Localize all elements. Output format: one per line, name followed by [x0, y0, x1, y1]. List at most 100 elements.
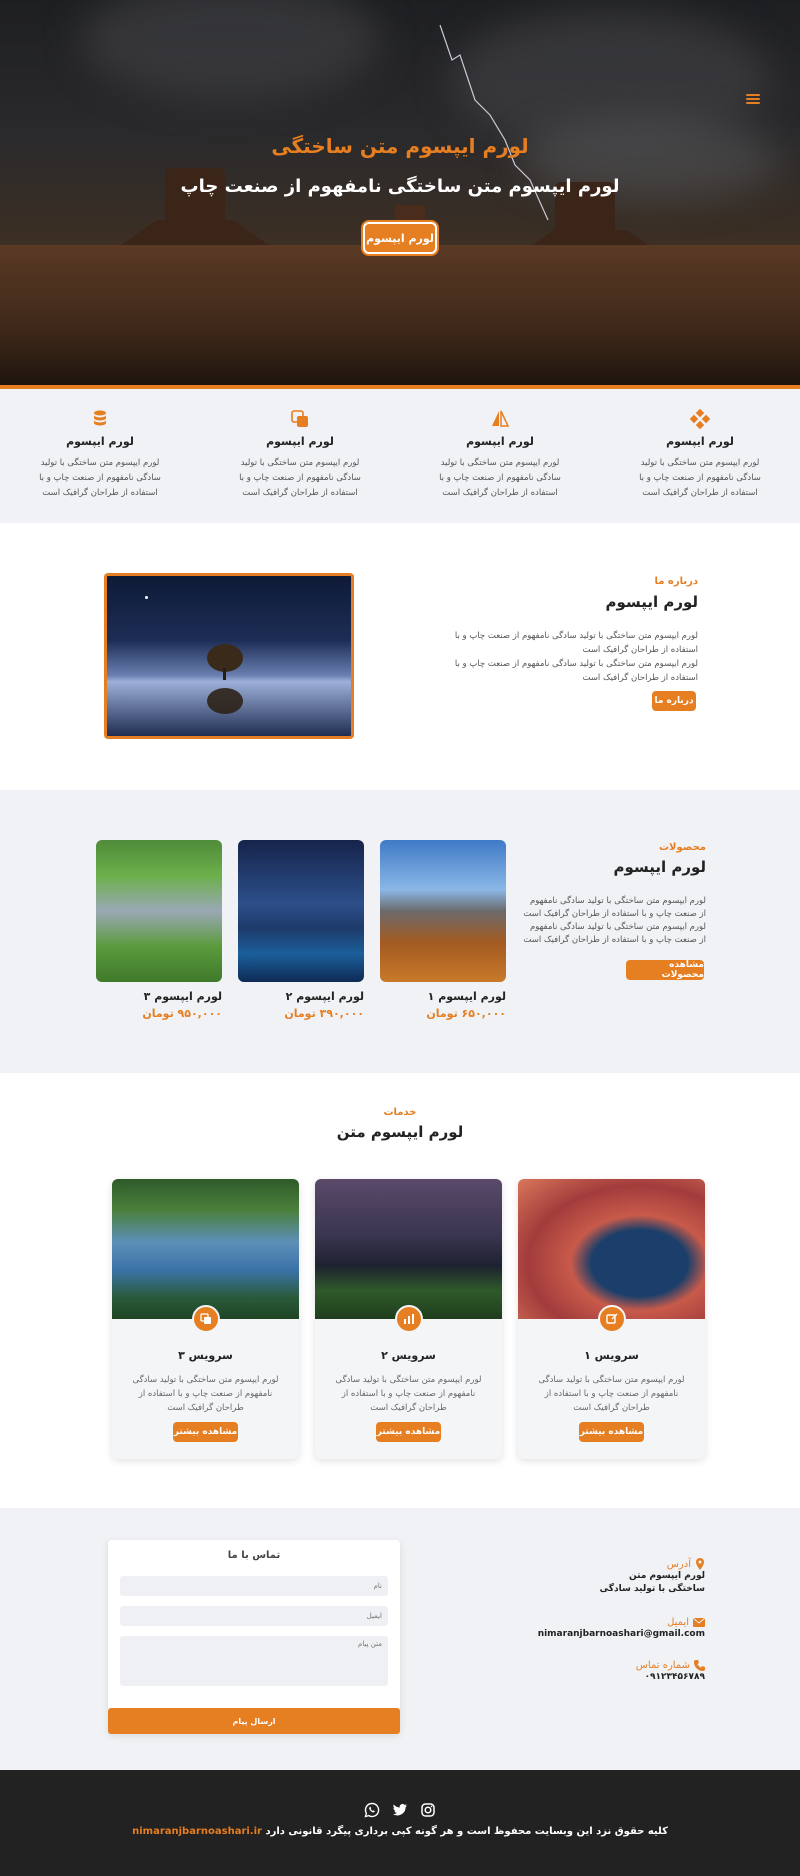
lightning-bolt — [439, 24, 549, 221]
feature-title: لورم ایپسوم — [66, 435, 134, 448]
service-text: لورم ایپسوم متن ساختگی با تولید سادگی نا… — [335, 1375, 482, 1413]
product-name: لورم ایپسوم ۳ — [143, 990, 222, 1003]
service-more-button[interactable]: مشاهده بیشتر — [579, 1422, 644, 1442]
about-button[interactable]: درباره ما — [652, 691, 696, 711]
products-text: لورم ایپسوم متن ساختگی با تولید سادگی نا… — [523, 896, 706, 945]
service-text: لورم ایپسوم متن ساختگی با تولید سادگی نا… — [538, 1375, 685, 1413]
contact-phone: شماره تماس ۰۹۱۲۳۴۵۶۷۸۹ — [490, 1660, 705, 1684]
product-card[interactable]: لورم ایپسوم ۱ ۶۵۰,۰۰۰ تومان — [380, 840, 506, 1020]
feature-title: لورم ایپسوم — [266, 435, 334, 448]
service-card: سرویس ۳ لورم ایپسوم متن ساختگی با تولید … — [112, 1179, 299, 1459]
product-image[interactable] — [380, 840, 506, 982]
hero-section: لورم ایپسوم متن ساختگی لورم ایپسوم متن س… — [0, 0, 800, 385]
services-title: لورم ایپسوم متن — [336, 1123, 464, 1141]
services-section: خدمات لورم ایپسوم متن سرویس ۱ لورم ایپسو… — [0, 1073, 800, 1508]
location-pin-icon — [696, 1558, 704, 1570]
about-section: درباره ما لورم ایپسوم لورم ایپسوم متن سا… — [0, 523, 800, 790]
edit-icon — [598, 1305, 626, 1333]
copyright-text: کلیه حقوق نزد این وبسایت محفوظ است و هر … — [0, 1826, 800, 1837]
about-paragraph: لورم ایپسوم متن ساختگی با تولید سادگی نا… — [454, 631, 698, 655]
features-section: لورم ایپسوم لورم ایپسوم متن ساختگی با تو… — [0, 389, 800, 523]
message-textarea[interactable] — [120, 1636, 388, 1686]
address-label-row: آدرس — [490, 1558, 705, 1570]
copyright-statement: کلیه حقوق نزد این وبسایت محفوظ است و هر … — [265, 1826, 668, 1837]
feature-text: لورم ایپسوم متن ساختگی با تولید سادگی نا… — [439, 458, 561, 498]
contact-form: تماس با ما — [108, 1540, 400, 1734]
service-title: سرویس ۲ — [381, 1349, 436, 1362]
feature-text: لورم ایپسوم متن ساختگی با تولید سادگی نا… — [639, 458, 761, 498]
about-paragraph: لورم ایپسوم متن ساختگی با تولید سادگی نا… — [454, 659, 698, 683]
about-image — [104, 573, 354, 739]
product-image[interactable] — [96, 840, 222, 982]
product-price: ۳۹۰,۰۰۰ تومان — [284, 1007, 364, 1020]
triangle-icon — [492, 410, 510, 427]
service-text: لورم ایپسوم متن ساختگی با تولید سادگی نا… — [132, 1375, 279, 1413]
service-image — [112, 1179, 299, 1319]
copy-icon — [291, 410, 308, 427]
copy-icon — [192, 1305, 220, 1333]
submit-message-button[interactable]: ارسال پیام — [108, 1708, 400, 1734]
about-kicker: درباره ما — [654, 576, 699, 587]
address-line: ساختگی با تولید سادگی — [599, 1584, 705, 1594]
whatsapp-icon[interactable] — [364, 1802, 380, 1818]
hero-cta-button[interactable]: لورم ایپسوم — [363, 222, 437, 254]
products-kicker: محصولات — [658, 842, 706, 853]
phone-value[interactable]: ۰۹۱۲۳۴۵۶۷۸۹ — [490, 1671, 705, 1684]
star — [145, 596, 148, 599]
phone-label-row: شماره تماس — [490, 1660, 705, 1671]
products-section: محصولات لورم ایپسوم لورم ایپسوم متن ساخت… — [0, 790, 800, 1073]
hero-cloud — [80, 0, 380, 100]
products-title: لورم ایپسوم — [613, 858, 706, 876]
database-icon — [94, 410, 106, 426]
product-price: ۶۵۰,۰۰۰ تومان — [426, 1007, 506, 1020]
email-value[interactable]: nimaranjbarnoashari@gmail.com — [490, 1628, 705, 1641]
feature-card: لورم ایپسوم لورم ایپسوم متن ساختگی با تو… — [230, 409, 370, 501]
service-title: سرویس ۱ — [584, 1349, 639, 1362]
service-card: سرویس ۲ لورم ایپسوم متن ساختگی با تولید … — [315, 1179, 502, 1459]
about-title: لورم ایپسوم — [605, 593, 698, 611]
email-label: ایمیل — [667, 1617, 689, 1628]
phone-label: شماره تماس — [635, 1660, 690, 1671]
site-link[interactable]: nimaranjbarnoashari.ir — [132, 1826, 262, 1837]
service-more-button[interactable]: مشاهده بیشتر — [173, 1422, 238, 1442]
service-more-button[interactable]: مشاهده بیشتر — [376, 1422, 441, 1442]
phone-icon — [694, 1660, 705, 1671]
feature-text: لورم ایپسوم متن ساختگی با تولید سادگی نا… — [239, 458, 361, 498]
feature-title: لورم ایپسوم — [666, 435, 734, 448]
hero-ground — [0, 245, 800, 385]
product-card[interactable]: لورم ایپسوم ۳ ۹۵۰,۰۰۰ تومان — [96, 840, 222, 1020]
service-image — [518, 1179, 705, 1319]
name-input[interactable] — [120, 1576, 388, 1596]
hamburger-menu-icon[interactable] — [746, 94, 760, 104]
twitter-icon[interactable] — [392, 1802, 408, 1818]
product-card[interactable]: لورم ایپسوم ۲ ۳۹۰,۰۰۰ تومان — [238, 840, 364, 1020]
puzzle-icon — [690, 409, 710, 429]
address-label: آدرس — [666, 1558, 691, 1570]
product-image[interactable] — [238, 840, 364, 982]
feature-card: لورم ایپسوم لورم ایپسوم متن ساختگی با تو… — [430, 409, 570, 501]
contact-form-title: تماس با ما — [227, 1550, 281, 1561]
services-kicker: خدمات — [383, 1107, 417, 1118]
service-card: سرویس ۱ لورم ایپسوم متن ساختگی با تولید … — [518, 1179, 705, 1459]
tree-trunk — [223, 668, 226, 680]
instagram-icon[interactable] — [420, 1802, 436, 1818]
contact-email: ایمیل nimaranjbarnoashari@gmail.com — [490, 1617, 705, 1641]
product-price: ۹۵۰,۰۰۰ تومان — [142, 1007, 222, 1020]
feature-text: لورم ایپسوم متن ساختگی با تولید سادگی نا… — [39, 458, 161, 498]
product-name: لورم ایپسوم ۲ — [285, 990, 364, 1003]
contact-address: آدرس لورم ایپسوم متن ساختگی با تولید ساد… — [490, 1558, 705, 1596]
chart-icon — [395, 1305, 423, 1333]
feature-card: لورم ایپسوم لورم ایپسوم متن ساختگی با تو… — [630, 409, 770, 501]
email-input[interactable] — [120, 1606, 388, 1626]
hero-title: لورم ایپسوم متن ساختگی — [271, 134, 529, 158]
about-text: لورم ایپسوم متن ساختگی با تولید سادگی نا… — [430, 629, 698, 685]
view-products-button[interactable]: مشاهده محصولات — [626, 960, 704, 980]
feature-card: لورم ایپسوم لورم ایپسوم متن ساختگی با تو… — [30, 409, 170, 501]
email-label-row: ایمیل — [490, 1617, 705, 1628]
tree-reflection — [207, 688, 243, 714]
social-links — [364, 1802, 436, 1818]
address-line: لورم ایپسوم متن — [629, 1571, 705, 1581]
product-name: لورم ایپسوم ۱ — [427, 990, 506, 1003]
service-title: سرویس ۳ — [178, 1349, 233, 1362]
envelope-icon — [693, 1618, 705, 1627]
